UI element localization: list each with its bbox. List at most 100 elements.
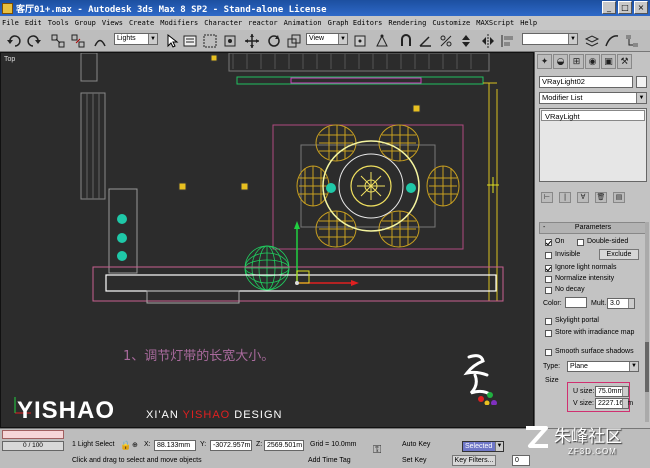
key-mode-value: Selected bbox=[465, 443, 493, 450]
undo-icon[interactable] bbox=[6, 33, 22, 49]
window-crossing-icon[interactable] bbox=[222, 33, 238, 49]
menu-maxscript[interactable]: MAXScript bbox=[476, 19, 514, 27]
no-decay-checkbox[interactable] bbox=[545, 287, 552, 294]
menu-file[interactable]: File bbox=[2, 19, 19, 27]
display-tab-icon[interactable]: ▣ bbox=[601, 54, 616, 69]
object-color-swatch[interactable] bbox=[636, 76, 647, 88]
parameters-rollout-header[interactable]: - Parameters bbox=[539, 222, 647, 234]
select-and-move-icon[interactable] bbox=[244, 33, 260, 49]
time-slider[interactable] bbox=[2, 430, 64, 439]
smooth-shadows-checkbox[interactable] bbox=[545, 349, 552, 356]
object-name-field[interactable]: VRayLight02 bbox=[539, 76, 633, 88]
menu-animation[interactable]: Animation bbox=[284, 19, 322, 27]
v-size-spinner[interactable]: 2227.161m bbox=[595, 398, 633, 409]
menu-character[interactable]: Character bbox=[204, 19, 242, 27]
unlink-selection-icon[interactable] bbox=[70, 33, 86, 49]
time-position[interactable]: 0 / 100 bbox=[2, 441, 64, 451]
angle-snap-icon[interactable] bbox=[418, 33, 434, 49]
remove-modifier-icon[interactable]: 🗑 bbox=[595, 192, 607, 203]
prompt-line: Click and drag to select and move object… bbox=[72, 457, 202, 464]
menu-rendering[interactable]: Rendering bbox=[388, 19, 426, 27]
viewport-label[interactable]: Top bbox=[4, 56, 15, 63]
store-irradiance-checkbox[interactable] bbox=[545, 330, 552, 337]
percent-snap-icon[interactable] bbox=[438, 33, 454, 49]
schematic-view-icon[interactable] bbox=[624, 33, 640, 49]
menu-edit[interactable]: Edit bbox=[25, 19, 42, 27]
mult-spinner[interactable]: 3.0 bbox=[607, 298, 635, 309]
app-icon[interactable] bbox=[2, 2, 13, 14]
menu-group[interactable]: Group bbox=[75, 19, 96, 27]
pin-stack-icon[interactable]: ⊢ bbox=[541, 192, 553, 203]
x-coord-field[interactable]: 88.133mm bbox=[154, 440, 196, 451]
select-and-scale-icon[interactable] bbox=[286, 33, 302, 49]
spinner-snap-icon[interactable] bbox=[458, 33, 474, 49]
invisible-checkbox[interactable] bbox=[545, 252, 552, 259]
top-elements bbox=[210, 53, 490, 85]
exclude-button[interactable]: Exclude bbox=[599, 249, 639, 260]
menu-modifiers[interactable]: Modifiers bbox=[160, 19, 198, 27]
hierarchy-tab-icon[interactable]: ⊞ bbox=[569, 54, 584, 69]
on-checkbox[interactable] bbox=[545, 239, 552, 246]
select-and-link-icon[interactable] bbox=[50, 33, 66, 49]
command-panel-scrollbar[interactable] bbox=[645, 222, 649, 422]
add-time-tag[interactable]: Add Time Tag bbox=[308, 457, 351, 464]
ignore-light-normals-checkbox[interactable] bbox=[545, 265, 552, 272]
reference-coord-dropdown[interactable]: View ▼ bbox=[306, 33, 348, 45]
key-mode-dropdown[interactable]: Selected ▼ bbox=[462, 441, 504, 452]
y-coord-field[interactable]: -3072.957m bbox=[210, 440, 252, 451]
lock-selection-icon[interactable]: 🔒 bbox=[120, 440, 131, 451]
light-type-dropdown[interactable]: Plane ▼ bbox=[567, 361, 639, 372]
select-object-icon[interactable] bbox=[164, 33, 180, 49]
named-selection-dropdown[interactable]: ▼ bbox=[522, 33, 578, 45]
menu-tools[interactable]: Tools bbox=[48, 19, 69, 27]
invisible-label: Invisible bbox=[555, 251, 581, 258]
z-label: Z: bbox=[256, 441, 263, 448]
menu-help[interactable]: Help bbox=[520, 19, 537, 27]
create-tab-icon[interactable]: ✦ bbox=[537, 54, 552, 69]
top-viewport[interactable]: Top 1、调节灯带的长宽大小。 YISHAO XI'AN YISHAO DES… bbox=[0, 52, 534, 428]
curve-editor-icon[interactable] bbox=[604, 33, 620, 49]
modify-tab-icon[interactable]: ◒ bbox=[553, 54, 568, 69]
menu-views[interactable]: Views bbox=[102, 19, 123, 27]
select-and-rotate-icon[interactable] bbox=[266, 33, 282, 49]
snaps-toggle-icon[interactable] bbox=[398, 33, 414, 49]
skylight-portal-checkbox[interactable] bbox=[545, 318, 552, 325]
modifier-list-dropdown[interactable]: Modifier List ▼ bbox=[539, 92, 647, 104]
mirror-icon[interactable] bbox=[480, 33, 496, 49]
rectangular-selection-icon[interactable] bbox=[202, 33, 218, 49]
set-key-icon[interactable]: ⚿ bbox=[373, 443, 395, 456]
light-color-swatch[interactable] bbox=[565, 297, 587, 308]
pivot-center-icon[interactable] bbox=[352, 33, 368, 49]
select-by-name-icon[interactable] bbox=[182, 33, 198, 49]
close-button[interactable]: × bbox=[634, 1, 648, 14]
normalize-intensity-checkbox[interactable] bbox=[545, 276, 552, 283]
tagline-part-3: DESIGN bbox=[230, 409, 283, 421]
bind-space-warp-icon[interactable] bbox=[92, 33, 108, 49]
configure-sets-icon[interactable]: ▤ bbox=[613, 192, 625, 203]
align-icon[interactable] bbox=[500, 33, 516, 49]
redo-icon[interactable] bbox=[26, 33, 42, 49]
selection-filter-dropdown[interactable]: Lights ▼ bbox=[114, 33, 158, 45]
menu-customize[interactable]: Customize bbox=[432, 19, 470, 27]
title-bar: 客厅01+.max - Autodesk 3ds Max 8 SP2 - Sta… bbox=[0, 0, 650, 16]
auto-key-button[interactable]: Auto Key bbox=[402, 441, 430, 448]
minimize-button[interactable]: _ bbox=[602, 1, 616, 14]
maximize-button[interactable]: □ bbox=[618, 1, 632, 14]
double-sided-checkbox[interactable] bbox=[577, 239, 584, 246]
motion-tab-icon[interactable]: ◉ bbox=[585, 54, 600, 69]
z-coord-field[interactable]: 2569.501m bbox=[264, 440, 304, 451]
select-and-manipulate-icon[interactable] bbox=[374, 33, 390, 49]
menu-graph-editors[interactable]: Graph Editors bbox=[328, 19, 383, 27]
utilities-tab-icon[interactable]: ⚒ bbox=[617, 54, 632, 69]
absolute-mode-icon[interactable]: ⊕ bbox=[132, 441, 138, 449]
stack-item-vraylight[interactable]: VRayLight bbox=[541, 110, 645, 121]
menu-reactor[interactable]: reactor bbox=[248, 19, 278, 27]
menu-create[interactable]: Create bbox=[129, 19, 154, 27]
u-size-spinner[interactable]: 75.0mm bbox=[595, 386, 629, 397]
layer-manager-icon[interactable] bbox=[584, 33, 600, 49]
set-key-button[interactable]: Set Key bbox=[402, 457, 427, 464]
key-filters-button[interactable]: Key Filters... bbox=[452, 455, 496, 466]
show-end-result-icon[interactable]: | bbox=[559, 192, 571, 203]
window-title: 客厅01+.max - Autodesk 3ds Max 8 SP2 - Sta… bbox=[16, 4, 327, 15]
make-unique-icon[interactable]: ∀ bbox=[577, 192, 589, 203]
